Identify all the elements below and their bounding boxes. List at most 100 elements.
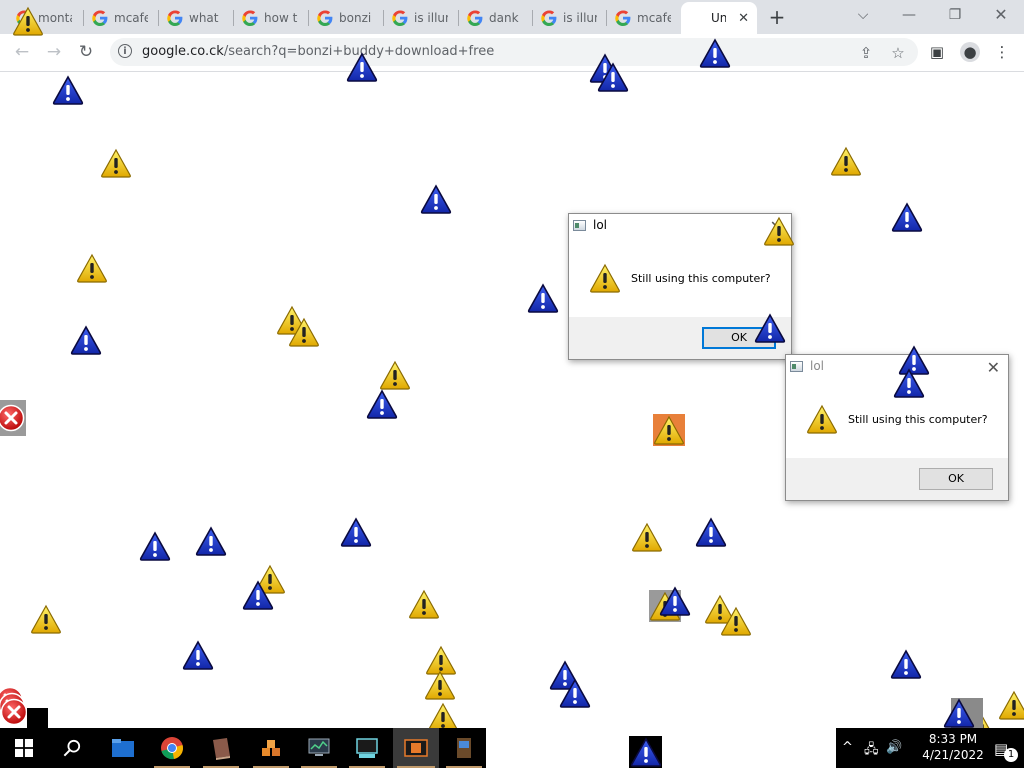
- tab-9[interactable]: mcafe: [607, 6, 681, 30]
- tab-2[interactable]: mcafe: [84, 6, 159, 30]
- start-button[interactable]: [0, 728, 48, 768]
- warning-icon: [806, 404, 838, 434]
- warning-icon: [998, 690, 1024, 720]
- dialog-close-icon[interactable]: ✕: [987, 358, 1000, 377]
- side-panel-icon[interactable]: ▣: [927, 42, 947, 62]
- taskbar-file-explorer[interactable]: [100, 728, 144, 768]
- warning-icon: [763, 216, 795, 246]
- warning-icon: [408, 589, 440, 619]
- tab-5[interactable]: bonzi b: [309, 6, 384, 30]
- url-host: google.co.ck: [142, 44, 224, 59]
- windows-logo-icon: [15, 739, 33, 757]
- clock-time: 8:33 PM: [928, 732, 978, 746]
- blue-warning-icon: [139, 531, 171, 561]
- blue-warning-icon: [890, 649, 922, 679]
- black-square: [27, 708, 48, 730]
- taskbar-app-arcade[interactable]: [442, 728, 486, 768]
- google-favicon-icon: [92, 10, 108, 26]
- terminal-icon: [356, 738, 378, 758]
- warning-icon: [720, 606, 752, 636]
- warning-icon: [76, 253, 108, 283]
- close-tab-icon[interactable]: ✕: [738, 11, 749, 26]
- error-square-icon: [0, 400, 26, 436]
- taskbar-app-boxes[interactable]: [249, 728, 293, 768]
- clock-date: 4/21/2022: [922, 748, 984, 762]
- forward-arrow-icon[interactable]: →: [42, 40, 66, 64]
- taskbar-app-terminal[interactable]: [345, 728, 389, 768]
- google-favicon-icon: [392, 10, 408, 26]
- taskbar-chrome[interactable]: [150, 728, 194, 768]
- tab-6[interactable]: is illun: [384, 6, 459, 30]
- taskbar-app-film[interactable]: [393, 728, 439, 768]
- tab-label: mcafe: [637, 11, 671, 25]
- error-icon: [0, 698, 28, 726]
- tab-search-icon[interactable]: ⌵: [843, 4, 883, 26]
- minimize-icon[interactable]: —: [889, 4, 929, 26]
- profile-avatar-icon[interactable]: ●: [960, 42, 980, 62]
- blue-warning-icon: [559, 678, 591, 708]
- warning-icon: [379, 360, 411, 390]
- package-icon: [262, 740, 280, 756]
- blue-warning-icon: [943, 698, 975, 728]
- warning-icon: [30, 604, 62, 634]
- google-favicon-icon: [615, 10, 631, 26]
- warning-icon: [589, 263, 621, 293]
- network-icon[interactable]: 🖧: [864, 740, 879, 762]
- clock[interactable]: 8:33 PM 4/21/2022: [914, 731, 992, 763]
- warning-icon: [653, 415, 685, 445]
- google-favicon-icon: [467, 10, 483, 26]
- volume-icon[interactable]: 🔊: [886, 740, 902, 755]
- system-tray: ^ 🖧 🔊 8:33 PM 4/21/2022 ▤ 1: [836, 728, 1024, 768]
- blue-warning-icon: [699, 38, 731, 68]
- app-window-icon: [573, 220, 586, 231]
- tab-strip: monta mcafe what h how to bonzi b is ill…: [0, 0, 1024, 34]
- taskbar-app-monitor[interactable]: [297, 728, 341, 768]
- new-tab-button[interactable]: +: [764, 5, 790, 31]
- blue-warning-icon: [195, 526, 227, 556]
- window-close-icon[interactable]: ✕: [981, 4, 1021, 26]
- browser-toolbar: ← → ↻ i google.co.ck/search?q=bonzi+budd…: [0, 34, 1024, 72]
- dialog-footer: OK: [786, 458, 1008, 500]
- tab-label: Un: [711, 11, 727, 25]
- search-button[interactable]: [48, 728, 96, 768]
- address-bar[interactable]: i google.co.ck/search?q=bonzi+buddy+down…: [110, 38, 918, 66]
- reload-icon[interactable]: ↻: [74, 40, 98, 64]
- tab-7[interactable]: dank m: [459, 6, 533, 30]
- tab-label: what h: [189, 11, 223, 25]
- tab-active[interactable]: Un ✕: [681, 2, 757, 34]
- dialog-title: lol: [810, 359, 825, 373]
- taskbar-app-book[interactable]: [199, 728, 243, 768]
- folder-icon: [112, 739, 134, 757]
- blue-warning-icon: [52, 75, 84, 105]
- blue-warning-icon: [340, 517, 372, 547]
- bookmark-star-icon[interactable]: ☆: [888, 44, 908, 62]
- warning-icon: [12, 6, 44, 36]
- search-icon: [63, 739, 81, 757]
- warning-icon: [100, 148, 132, 178]
- tab-4[interactable]: how to: [234, 6, 309, 30]
- site-info-icon[interactable]: i: [118, 44, 132, 58]
- chevron-up-icon[interactable]: ^: [842, 740, 853, 755]
- menu-kebab-icon[interactable]: ⋮: [992, 42, 1012, 62]
- dialog-message: Still using this computer?: [848, 413, 988, 426]
- url-text[interactable]: google.co.ck/search?q=bonzi+buddy+downlo…: [142, 44, 494, 59]
- blue-warning-icon: [182, 640, 214, 670]
- back-arrow-icon[interactable]: ←: [10, 40, 34, 64]
- tab-label: bonzi b: [339, 11, 373, 25]
- error-icon: [0, 404, 25, 432]
- restore-icon[interactable]: ❐: [935, 4, 975, 26]
- blue-warning-icon: [242, 580, 274, 610]
- tab-label: mcafe: [114, 11, 148, 25]
- google-favicon-icon: [541, 10, 557, 26]
- blue-warning-icon: [630, 737, 662, 767]
- dialog-titlebar[interactable]: lol ✕: [569, 214, 791, 238]
- blue-warning-icon: [597, 62, 629, 92]
- blue-warning-icon: [346, 52, 378, 82]
- film-icon: [404, 739, 428, 757]
- ok-button[interactable]: OK: [919, 468, 993, 490]
- tab-3[interactable]: what h: [159, 6, 234, 30]
- share-icon[interactable]: ⇪: [856, 44, 876, 62]
- warning-square-icon: [951, 698, 983, 728]
- book-icon: [213, 738, 230, 760]
- tab-8[interactable]: is illun: [533, 6, 607, 30]
